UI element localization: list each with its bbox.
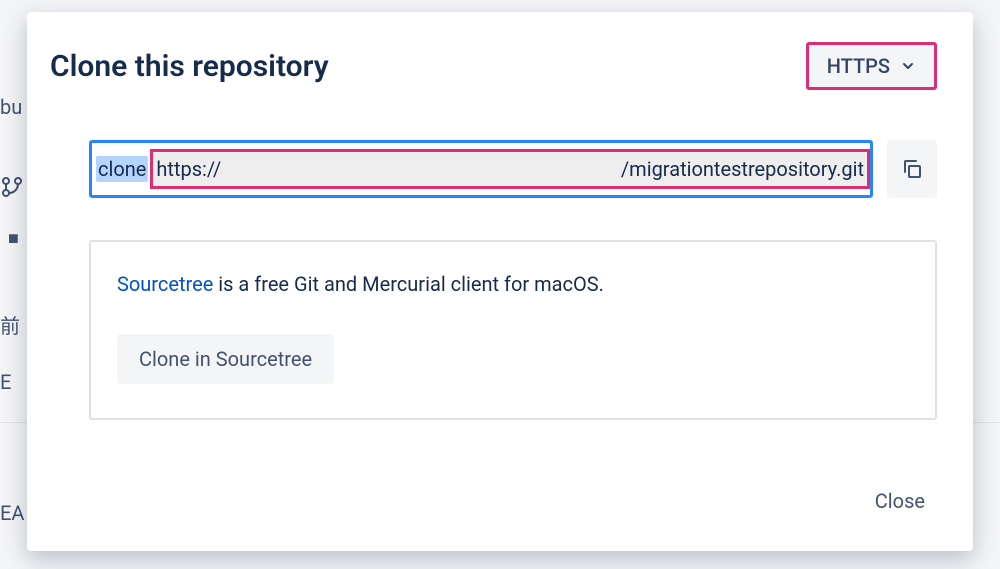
backdrop-text: bu	[0, 95, 22, 119]
protocol-label: HTTPS	[827, 54, 890, 78]
sourcetree-link[interactable]: Sourcetree	[117, 272, 213, 296]
backdrop-text: E	[0, 370, 11, 394]
clone-repository-modal: Clone this repository HTTPS clone https:…	[27, 12, 973, 551]
url-host-redacted	[221, 152, 621, 186]
url-highlight: https:// /migrationtestrepository.git	[150, 149, 870, 189]
close-button[interactable]: Close	[865, 481, 935, 521]
sourcetree-card: Sourcetree is a free Git and Mercurial c…	[89, 240, 937, 420]
modal-title: Clone this repository	[50, 49, 329, 84]
modal-footer: Close	[27, 481, 973, 551]
clone-url-field[interactable]: clone https:// /migrationtestrepository.…	[89, 140, 873, 198]
copy-button[interactable]	[887, 140, 937, 198]
square-icon: ■	[8, 228, 19, 249]
url-path: /migrationtestrepository.git	[621, 152, 867, 186]
sourcetree-desc-rest: is a free Git and Mercurial client for m…	[213, 272, 604, 296]
branch-icon	[0, 175, 24, 203]
clone-url-row: clone https:// /migrationtestrepository.…	[27, 140, 973, 198]
sourcetree-description: Sourcetree is a free Git and Mercurial c…	[117, 272, 909, 296]
url-scheme: https://	[153, 152, 221, 186]
backdrop-text: EA	[0, 501, 24, 525]
clone-url-text: clone https:// /migrationtestrepository.…	[92, 143, 870, 195]
modal-header: Clone this repository HTTPS	[27, 12, 973, 110]
backdrop-text: 前	[0, 310, 20, 339]
protocol-dropdown[interactable]: HTTPS	[806, 42, 937, 90]
clone-command-prefix: clone	[96, 156, 148, 182]
clone-in-sourcetree-button[interactable]: Clone in Sourcetree	[117, 334, 334, 384]
copy-icon	[900, 157, 924, 181]
chevron-down-icon	[900, 58, 916, 74]
